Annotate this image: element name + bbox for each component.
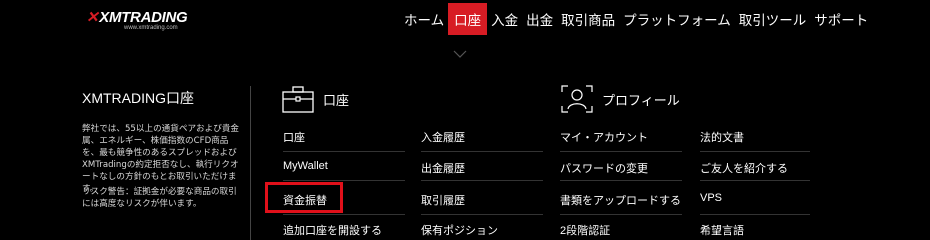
link-open-additional-account[interactable]: 追加口座を開設する bbox=[283, 222, 382, 238]
row-divider bbox=[283, 180, 405, 181]
link-change-password[interactable]: パスワードの変更 bbox=[560, 160, 648, 176]
risk-warning: リスク警告：証拠金が必要な商品の取引には高度なリスクが伴います。 bbox=[82, 187, 237, 209]
link-upload-documents[interactable]: 書類をアップロードする bbox=[560, 192, 681, 208]
logo-wordmark: ✕XMTRADING bbox=[86, 8, 188, 26]
link-legal-documents[interactable]: 法的文書 bbox=[700, 129, 744, 145]
nav-item-tools[interactable]: 取引ツール bbox=[735, 3, 811, 35]
link-vps[interactable]: VPS bbox=[700, 192, 722, 204]
highlight-annotation-box bbox=[265, 182, 343, 213]
link-withdrawal-history[interactable]: 出金履歴 bbox=[421, 160, 465, 176]
link-trade-history[interactable]: 取引履歴 bbox=[421, 192, 465, 208]
link-open-positions[interactable]: 保有ポジション bbox=[421, 222, 498, 238]
xmtrading-logo[interactable]: ✕XMTRADING www.xmtrading.com bbox=[86, 8, 196, 34]
row-divider bbox=[560, 151, 682, 152]
link-preferred-language[interactable]: 希望言語 bbox=[700, 222, 744, 238]
account-section-header: 口座 bbox=[281, 84, 349, 114]
row-divider bbox=[283, 151, 405, 152]
logo-url: www.xmtrading.com bbox=[124, 25, 178, 31]
link-refer-friend[interactable]: ご友人を紹介する bbox=[700, 160, 788, 176]
row-divider bbox=[421, 180, 543, 181]
nav-item-platforms[interactable]: プラットフォーム bbox=[619, 3, 735, 35]
nav-item-withdrawal[interactable]: 出金 bbox=[522, 3, 557, 35]
row-divider bbox=[560, 180, 682, 181]
logo-x-mark: ✕ bbox=[86, 9, 99, 26]
user-profile-icon bbox=[561, 85, 593, 113]
row-divider bbox=[283, 214, 405, 215]
row-divider bbox=[700, 214, 810, 215]
link-deposit-history[interactable]: 入金履歴 bbox=[421, 129, 465, 145]
row-divider bbox=[560, 214, 682, 215]
link-two-factor-auth[interactable]: 2段階認証 bbox=[560, 222, 610, 238]
profile-section-header: プロフィール bbox=[560, 84, 680, 114]
row-divider bbox=[421, 214, 543, 215]
logo-text: XMTRADING bbox=[99, 9, 188, 26]
account-section-heading: 口座 bbox=[323, 93, 350, 109]
link-account[interactable]: 口座 bbox=[283, 129, 305, 145]
briefcase-icon bbox=[282, 86, 314, 113]
panel-title: XMTRADING口座 bbox=[82, 90, 194, 106]
nav-item-support[interactable]: サポート bbox=[810, 3, 872, 35]
row-divider bbox=[700, 151, 810, 152]
top-navigation-bar: ✕XMTRADING www.xmtrading.com ホーム 口座 入金 出… bbox=[0, 0, 930, 42]
main-nav: ホーム 口座 入金 出金 取引商品 プラットフォーム 取引ツール サポート bbox=[400, 3, 872, 35]
dropdown-caret-icon bbox=[453, 50, 467, 58]
link-my-account[interactable]: マイ・アカウント bbox=[560, 129, 648, 145]
row-divider bbox=[421, 151, 543, 152]
vertical-divider bbox=[250, 86, 251, 240]
nav-item-deposit[interactable]: 入金 bbox=[487, 3, 522, 35]
nav-item-products[interactable]: 取引商品 bbox=[557, 3, 619, 35]
panel-description: 弊社では、55以上の通貨ペアおよび貴金属、エネルギー、株価指数のCFD商品を、最… bbox=[82, 124, 240, 194]
profile-section-heading: プロフィール bbox=[602, 93, 680, 109]
nav-item-home[interactable]: ホーム bbox=[400, 3, 448, 35]
nav-item-account[interactable]: 口座 bbox=[448, 3, 488, 35]
row-divider bbox=[700, 180, 810, 181]
link-mywallet[interactable]: MyWallet bbox=[283, 160, 328, 172]
